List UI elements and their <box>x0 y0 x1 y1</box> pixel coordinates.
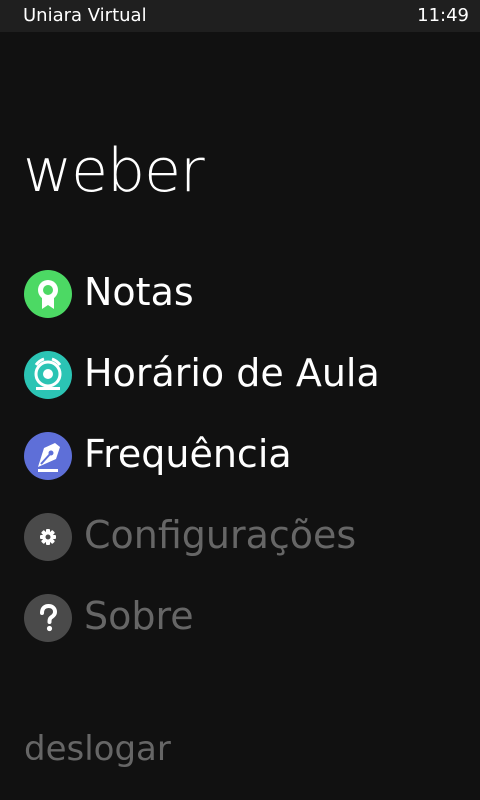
logout-link[interactable]: deslogar <box>24 726 171 772</box>
status-app-name: Uniara Virtual <box>23 5 147 26</box>
status-bar: Uniara Virtual 11:49 <box>0 0 480 32</box>
menu-item-sobre[interactable]: Sobre <box>24 586 454 650</box>
menu-item-label: Notas <box>84 270 194 314</box>
menu-item-notas[interactable]: Notas <box>24 262 454 326</box>
menu-item-horario-de-aula[interactable]: Horário de Aula <box>24 343 454 407</box>
status-time: 11:49 <box>417 5 469 26</box>
pen-nib-icon <box>24 432 72 480</box>
bell-icon <box>24 351 72 399</box>
menu-item-configuracoes[interactable]: Configurações <box>24 505 454 569</box>
page-title: weber <box>23 136 205 206</box>
gear-icon <box>24 513 72 561</box>
menu-item-label: Frequência <box>84 432 292 476</box>
question-icon <box>24 594 72 642</box>
menu-item-frequencia[interactable]: Frequência <box>24 424 454 488</box>
menu-item-label: Sobre <box>84 594 194 638</box>
app-screen: Uniara Virtual 11:49 weber Notas Horário… <box>0 0 480 800</box>
award-icon <box>24 270 72 318</box>
menu-item-label: Horário de Aula <box>84 351 380 395</box>
menu-item-label: Configurações <box>84 513 357 557</box>
